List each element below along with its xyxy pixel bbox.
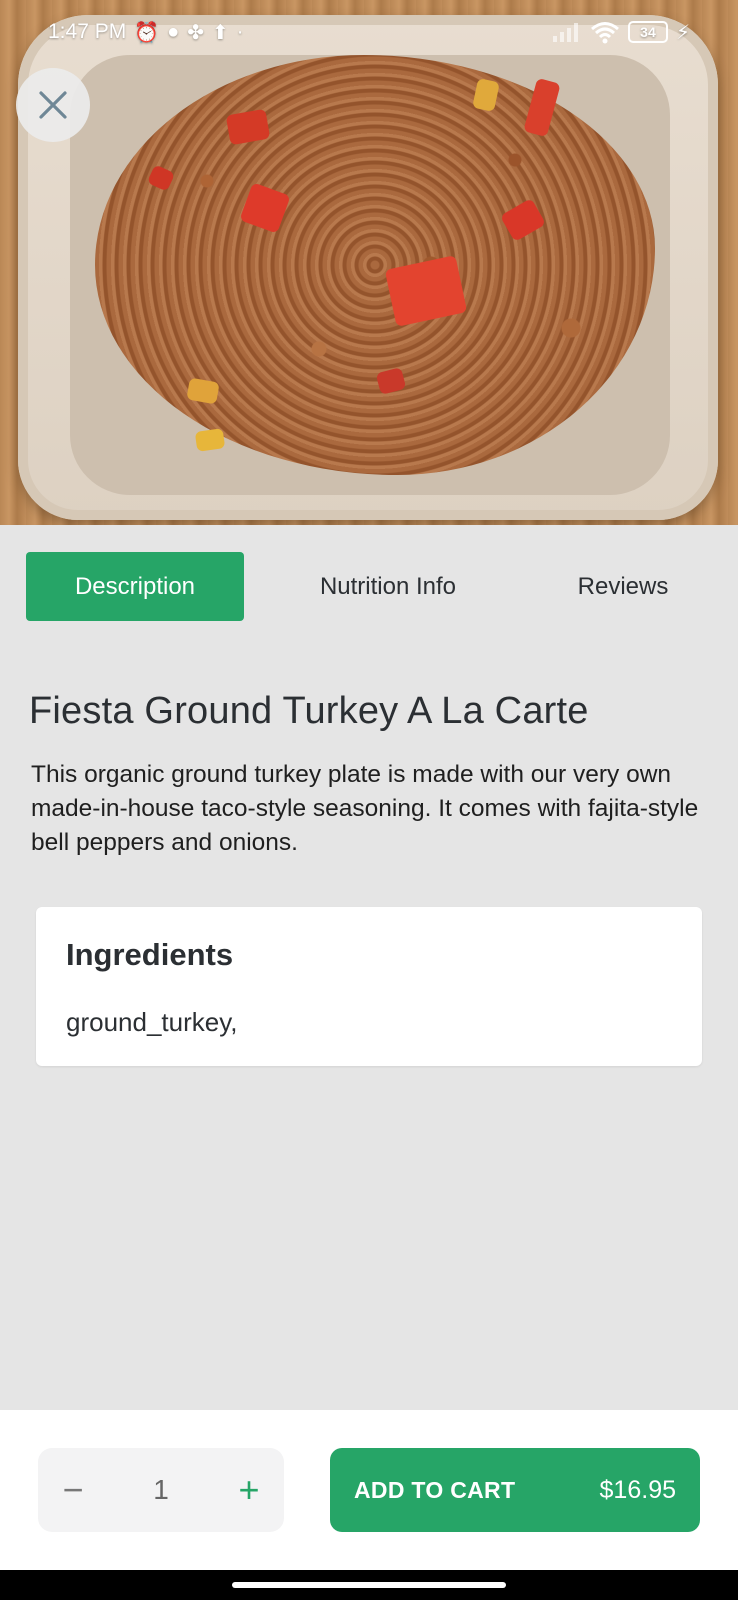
dot-icon: ·: [236, 20, 244, 43]
increase-quantity-button[interactable]: +: [214, 1448, 284, 1532]
close-button[interactable]: [16, 68, 90, 142]
ingredients-list: ground_turkey,: [66, 1007, 238, 1037]
product-photo: [0, 0, 738, 525]
add-to-cart-label: ADD TO CART: [354, 1476, 516, 1503]
quantity-stepper: − 1 +: [38, 1448, 284, 1532]
tab-nutrition-info[interactable]: Nutrition Info: [280, 552, 496, 621]
product-description: This organic ground turkey plate is made…: [31, 761, 699, 856]
home-gesture-handle[interactable]: [232, 1582, 506, 1588]
status-time: 1:47 PM: [48, 20, 127, 43]
tab-description[interactable]: Description: [26, 552, 244, 621]
tab-reviews[interactable]: Reviews: [530, 552, 716, 621]
alarm-icon: ⏰: [134, 21, 160, 44]
pinwheel-icon: ✤: [187, 21, 204, 44]
battery-icon: 34: [627, 21, 668, 43]
add-to-cart-button[interactable]: ADD TO CART $16.95: [330, 1448, 700, 1532]
wifi-icon: [590, 22, 619, 44]
product-title: Fiesta Ground Turkey A La Carte: [29, 690, 589, 732]
tab-bar: Description Nutrition Info Reviews: [0, 552, 738, 622]
decrease-quantity-button[interactable]: −: [38, 1448, 108, 1532]
ingredients-heading: Ingredients: [66, 937, 234, 972]
bottom-action-bar: − 1 + ADD TO CART $16.95: [0, 1410, 738, 1570]
status-bar: 1:47 PM ⏰ ● ✤ ⬆ · 34 ⚡: [0, 0, 738, 64]
status-right: 34 ⚡: [552, 20, 690, 45]
product-detail-screen: 1:47 PM ⏰ ● ✤ ⬆ · 34 ⚡ Description Nutri…: [0, 0, 738, 1600]
price-label: $16.95: [599, 1475, 676, 1504]
pepper-piece: [194, 428, 226, 452]
signal-icon: [552, 23, 578, 42]
upload-icon: ⬆: [211, 21, 229, 44]
ingredients-card: Ingredients ground_turkey,: [36, 907, 702, 1066]
status-left: 1:47 PM ⏰ ● ✤ ⬆ ·: [48, 20, 243, 45]
app-notification-icon: ●: [167, 20, 180, 43]
close-icon: [39, 91, 67, 119]
charging-icon: ⚡: [675, 21, 690, 44]
system-nav-bar: [0, 1570, 738, 1600]
